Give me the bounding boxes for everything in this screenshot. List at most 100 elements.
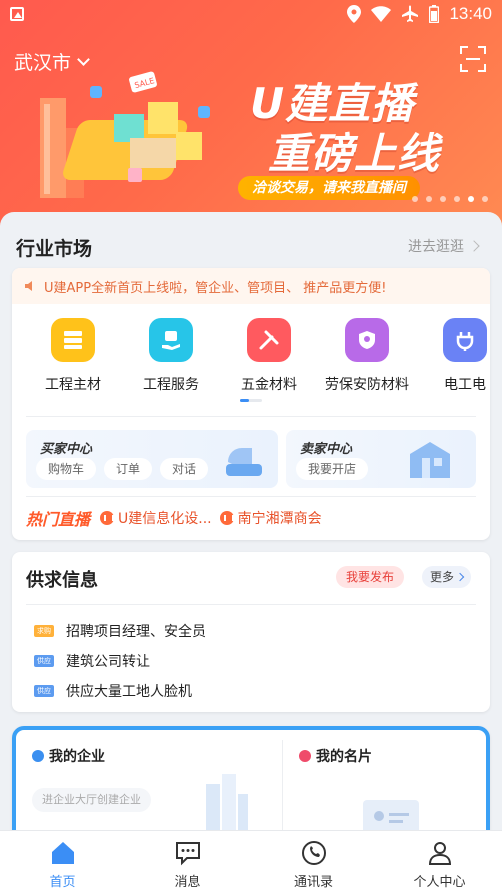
my-card-label: 我的名片 [316, 749, 372, 765]
scan-icon[interactable] [460, 46, 486, 72]
user-icon [426, 839, 454, 867]
category-labor-protection[interactable]: 劳保安防材料 [324, 318, 410, 394]
my-company-label: 我的企业 [49, 749, 105, 765]
top-banner[interactable]: 13:40 武汉市 SALE U建直播 重磅上线 洽谈交易，请来我直播间 [0, 0, 502, 228]
live-room-name: U建信息化设... [118, 511, 212, 527]
plug-icon [443, 318, 487, 362]
orders-button[interactable]: 订单 [104, 458, 153, 480]
category-label: 工程服务 [143, 377, 199, 393]
nav-label: 通讯录 [293, 875, 333, 890]
status-bar: 13:40 [0, 0, 502, 28]
hot-live-row: 热门直播 U建信息化设... 南宁湘潭商会 [26, 506, 330, 530]
category-label: 五金材料 [241, 377, 297, 393]
category-label: 工程主材 [45, 377, 101, 393]
buyer-center-title: 买家中心 [40, 442, 93, 457]
supply-more-button[interactable]: 更多 [422, 566, 472, 588]
category-scroller[interactable]: 工程主材 工程服务 五金材料 劳保安防材料 电工电 [12, 318, 490, 398]
market-enter-link[interactable]: 进去逛逛 [408, 236, 480, 256]
market-title: 行业市场 [16, 238, 93, 260]
category-engineering-services[interactable]: 工程服务 [128, 318, 214, 394]
chevron-right-icon [455, 572, 465, 582]
company-building-icon [206, 774, 248, 830]
publish-label: 我要发布 [346, 570, 395, 584]
my-card-section[interactable]: 我的名片 [283, 730, 486, 842]
open-shop-button[interactable]: 我要开店 [296, 458, 369, 480]
wifi-icon [371, 6, 392, 22]
live-room-name: 南宁湘潭商会 [237, 511, 322, 527]
supply-title: 供求信息 [26, 570, 98, 591]
tools-icon [247, 318, 291, 362]
supply-item-text: 招聘项目经理、安全员 [66, 624, 206, 640]
supply-item-text: 供应大量工地人脸机 [66, 684, 192, 700]
building-icon [410, 442, 450, 478]
banner-dot [454, 196, 460, 202]
divider [26, 604, 476, 605]
sofa-icon [226, 448, 262, 476]
nav-profile[interactable]: 个人中心 [377, 831, 502, 890]
nav-messages[interactable]: 消息 [125, 831, 250, 890]
shield-icon [345, 318, 389, 362]
bottom-nav: 首页 消息 通讯录 个人中心 [0, 830, 502, 890]
supply-item[interactable]: 供应 供应大量工地人脸机 [34, 676, 206, 706]
company-icon [32, 750, 44, 762]
notification-icon [10, 7, 24, 21]
seller-center-title: 卖家中心 [300, 442, 353, 457]
speaker-icon [25, 281, 32, 291]
nav-contacts[interactable]: 通讯录 [251, 831, 376, 890]
chat-button[interactable]: 对话 [160, 458, 209, 480]
nav-label: 个人中心 [413, 875, 466, 890]
buyer-center-card[interactable]: 买家中心 购物车 订单 对话 [26, 430, 278, 488]
location-icon [347, 5, 362, 23]
engineering-services-icon [149, 318, 193, 362]
my-company-card: 我的企业 进企业大厅创建企业 我的名片 [12, 726, 490, 846]
supply-tag: 供应 [34, 655, 54, 667]
banner-dot-active [468, 196, 474, 202]
main-materials-icon [51, 318, 95, 362]
demand-tag: 求购 [34, 625, 54, 637]
live-icon [219, 511, 234, 525]
category-electrical[interactable]: 电工电 [422, 318, 490, 394]
category-scroll-indicator [240, 399, 262, 402]
category-label: 电工电 [444, 377, 486, 393]
category-hardware[interactable]: 五金材料 [226, 318, 312, 394]
home-icon [49, 839, 77, 867]
airplane-icon [402, 5, 419, 22]
card-icon [299, 750, 311, 762]
banner-dot [482, 196, 488, 202]
status-time: 13:40 [449, 4, 492, 23]
category-label: 劳保安防材料 [325, 377, 409, 393]
publish-button[interactable]: 我要发布 [336, 566, 405, 588]
chevron-right-icon [468, 240, 480, 252]
category-main-materials[interactable]: 工程主材 [30, 318, 116, 394]
more-label: 更多 [430, 570, 455, 584]
banner-slogan-line2: 重磅上线 [268, 129, 441, 178]
banner-dot [426, 196, 432, 202]
nav-home[interactable]: 首页 [0, 831, 125, 890]
nav-label: 消息 [174, 875, 201, 890]
live-room-item[interactable]: 南宁湘潭商会 [219, 508, 322, 528]
live-icon [100, 511, 115, 525]
banner-dot [412, 196, 418, 202]
nav-label: 首页 [49, 875, 76, 890]
seller-center-card[interactable]: 卖家中心 我要开店 [286, 430, 476, 488]
supply-item[interactable]: 供应 建筑公司转让 [34, 646, 206, 676]
divider [26, 416, 476, 417]
notice-bar[interactable]: U建APP全新首页上线啦，管企业、管项目、 推产品更方便! [12, 268, 490, 304]
battery-icon [429, 5, 440, 23]
cart-button[interactable]: 购物车 [36, 458, 97, 480]
create-company-button[interactable]: 进企业大厅创建企业 [32, 788, 151, 812]
market-link-label: 进去逛逛 [408, 239, 464, 255]
phone-icon [300, 839, 328, 867]
supply-tag: 供应 [34, 685, 54, 697]
my-company-section[interactable]: 我的企业 进企业大厅创建企业 [16, 730, 282, 842]
banner-tagline: 洽谈交易，请来我直播间 [238, 176, 420, 200]
banner-illustration: SALE [40, 71, 210, 198]
supply-item[interactable]: 求购 招聘项目经理、安全员 [34, 616, 206, 646]
live-room-item[interactable]: U建信息化设... [100, 508, 212, 528]
banner-dot [440, 196, 446, 202]
supply-card: 供求信息 我要发布 更多 求购 招聘项目经理、安全员 供应 建筑公司转让 供应 … [12, 552, 490, 712]
banner-pagination [412, 196, 488, 202]
market-card: U建APP全新首页上线啦，管企业、管项目、 推产品更方便! 工程主材 工程服务 … [12, 268, 490, 540]
divider [26, 496, 476, 497]
supply-item-text: 建筑公司转让 [66, 654, 150, 670]
